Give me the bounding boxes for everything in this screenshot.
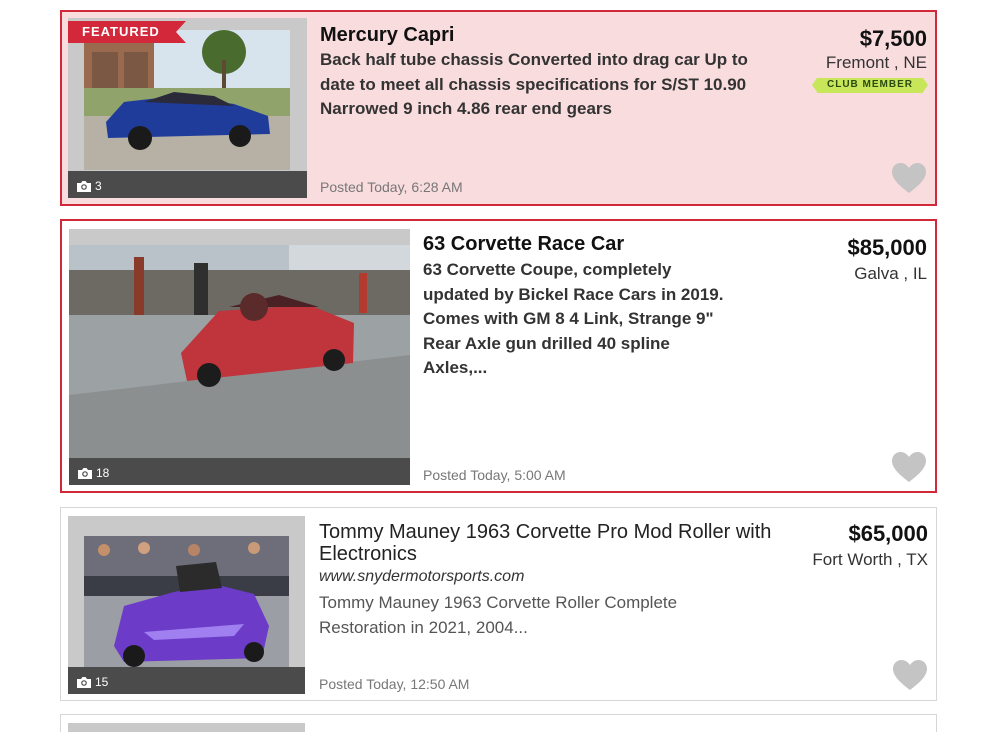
camera-icon	[76, 180, 92, 192]
posted-time: Posted Today, 5:00 AM	[423, 467, 566, 483]
listing-photo	[84, 536, 289, 670]
heart-icon[interactable]	[891, 451, 927, 483]
listing-location: Fremont , NE	[825, 53, 927, 72]
listing-location: Fort Worth , TX	[812, 550, 928, 569]
listing-location: Galva , IL	[854, 264, 927, 283]
featured-badge: FEATURED	[68, 21, 186, 43]
photo-count-bar	[69, 458, 410, 485]
listing-description: 63 Corvette Coupe, completely updated by…	[423, 260, 724, 377]
camera-icon	[76, 676, 92, 688]
listing-photo	[84, 30, 290, 170]
listing-thumbnail[interactable]: 3	[68, 18, 307, 198]
photo-count: 18	[77, 466, 109, 480]
posted-time: Posted Today, 6:28 AM	[320, 179, 463, 195]
listing-description: Back half tube chassis Converted into dr…	[320, 50, 748, 118]
listing-title[interactable]: Mercury Capri	[320, 24, 455, 47]
posted-time: Posted Today, 12:50 AM	[319, 676, 470, 692]
listing-card[interactable]: 15 Tommy Mauney 1963 Corvette Pro Mod Ro…	[60, 507, 937, 701]
listing-price: $65,000	[848, 521, 928, 546]
listing-website-link[interactable]: www.snydermotorsports.com	[319, 568, 524, 586]
photo-count-value: 15	[95, 675, 109, 689]
club-member-badge: CLUB MEMBER	[812, 78, 928, 93]
listing-card[interactable]: 18 63 Corvette Race Car 63 Corvette Coup…	[60, 219, 937, 493]
listing-card-partial[interactable]	[60, 714, 937, 732]
camera-icon	[77, 467, 93, 479]
photo-count-value: 3	[95, 179, 102, 193]
listing-title[interactable]: Tommy Mauney 1963 Corvette Pro Mod Rolle…	[319, 521, 779, 565]
listing-price: $85,000	[847, 235, 927, 260]
photo-count-bar	[68, 171, 307, 198]
listing-thumbnail[interactable]: 15	[68, 516, 305, 694]
photo-count-value: 18	[96, 466, 110, 480]
listing-photo	[69, 245, 410, 459]
listing-title[interactable]: 63 Corvette Race Car	[423, 233, 624, 256]
heart-icon[interactable]	[891, 162, 927, 194]
photo-count: 3	[76, 179, 102, 193]
listing-price: $7,500	[859, 26, 927, 51]
listing-thumbnail[interactable]: 18	[69, 229, 410, 485]
listing-description: Tommy Mauney 1963 Corvette Roller Comple…	[319, 593, 678, 637]
listing-card-featured[interactable]: FEATURED 3 Mercury Capri Back half tube …	[60, 10, 937, 206]
photo-count: 15	[76, 675, 108, 689]
heart-icon[interactable]	[892, 659, 928, 691]
listing-thumbnail[interactable]	[68, 723, 305, 732]
